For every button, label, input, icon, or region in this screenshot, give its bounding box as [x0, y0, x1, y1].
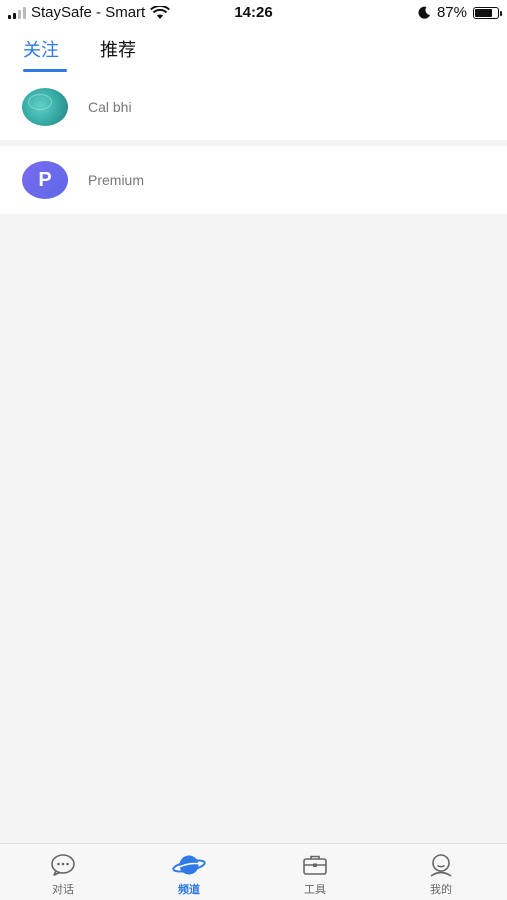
battery-icon	[473, 6, 502, 19]
active-tab-indicator	[23, 69, 67, 72]
nav-label-channels: 频道	[178, 884, 200, 896]
chat-bubble-icon	[51, 854, 75, 876]
nav-item-channels[interactable]: 频道	[126, 844, 252, 900]
tab-follow[interactable]: 关注	[23, 36, 59, 62]
nav-label-tools: 工具	[304, 884, 326, 896]
tab-recommend[interactable]: 推荐	[100, 36, 136, 62]
avatar: P	[22, 161, 68, 199]
status-bar: StaySafe - Smart 14:26 87%	[0, 0, 507, 26]
list-item[interactable]: P Premium	[0, 146, 507, 214]
nav-label-chat: 对话	[52, 884, 74, 896]
nav-item-me[interactable]: 我的	[378, 844, 504, 900]
nav-item-chat[interactable]: 对话	[0, 844, 126, 900]
toolbox-icon	[303, 855, 327, 875]
avatar	[22, 88, 68, 126]
battery-percent: 87%	[436, 4, 467, 21]
status-right: 87%	[418, 4, 502, 21]
bottom-tab-bar: 对话 频道 工具 我的	[0, 843, 507, 900]
user-icon	[430, 854, 452, 877]
battery-fill	[475, 8, 492, 17]
list-item[interactable]: Cal bhi	[0, 74, 507, 140]
nav-item-tools[interactable]: 工具	[252, 844, 378, 900]
nav-label-me: 我的	[430, 884, 452, 896]
moon-icon	[418, 6, 430, 19]
planet-icon	[172, 855, 206, 875]
avatar-letter: P	[38, 168, 52, 191]
top-tabs: 关注 推荐	[0, 26, 507, 74]
channel-name: Cal bhi	[88, 99, 132, 115]
channel-name: Premium	[88, 172, 145, 188]
